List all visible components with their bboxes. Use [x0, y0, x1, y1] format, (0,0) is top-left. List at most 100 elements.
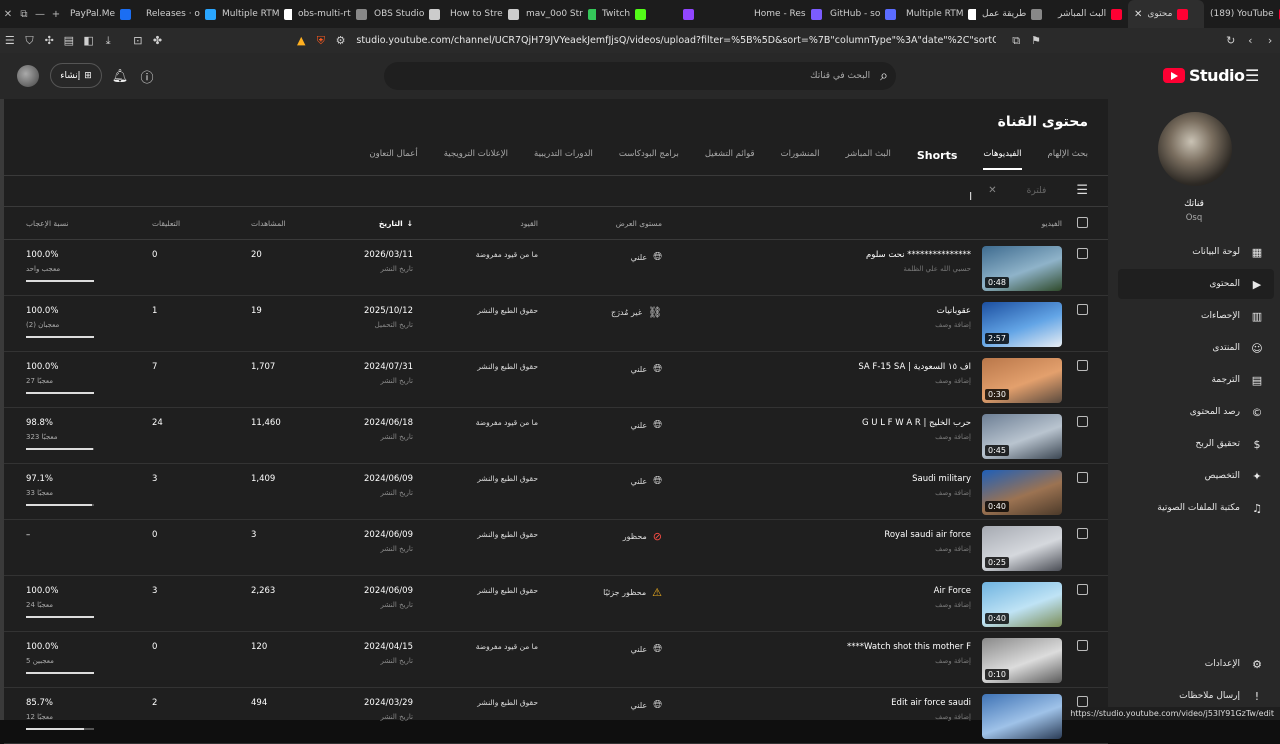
- col-visibility[interactable]: مستوى العرض: [616, 219, 662, 228]
- video-thumbnail[interactable]: 0:48: [982, 246, 1062, 291]
- browser-tab[interactable]: GitHub - so: [824, 0, 900, 28]
- search-icon[interactable]: ⌕: [880, 68, 888, 84]
- video-title[interactable]: Edit air force saudi: [891, 698, 971, 708]
- col-views[interactable]: المشاهدات: [251, 219, 286, 228]
- sidebar-item-analytics[interactable]: الإحصاءات▥: [1118, 301, 1274, 331]
- col-comments[interactable]: التعليقات: [152, 219, 180, 228]
- video-title[interactable]: Air Force: [934, 586, 971, 596]
- restrictions-cell[interactable]: ما من قيود مفروضة: [476, 642, 538, 651]
- forward-icon[interactable]: ›: [1260, 28, 1280, 53]
- restrictions-cell[interactable]: ما من قيود مفروضة: [476, 250, 538, 259]
- browser-tab[interactable]: Twitch: [596, 0, 672, 28]
- row-checkbox[interactable]: [1077, 696, 1088, 707]
- browser-tab[interactable]: Home - Res: [748, 0, 824, 28]
- table-row[interactable]: 0:30SA F-15 SA | اف ١٥ السعوديةإضافة وصف…: [4, 352, 1108, 408]
- menu-icon[interactable]: ☰: [0, 28, 20, 53]
- visibility-cell[interactable]: محظور⊘: [623, 530, 662, 543]
- browser-tab[interactable]: mav_0o0 Str: [520, 0, 596, 28]
- table-row[interactable]: 0:40Air Forceإضافة وصفمحظور جزئيًا⚠حقوق …: [4, 576, 1108, 632]
- row-checkbox[interactable]: [1077, 528, 1088, 539]
- browser-tab[interactable]: ✕محتوى: [1128, 0, 1204, 28]
- video-thumbnail[interactable]: 0:30: [982, 358, 1062, 403]
- new-tab-icon[interactable]: +: [48, 9, 64, 20]
- visibility-cell[interactable]: علني🌐︎: [631, 474, 662, 488]
- tab-9[interactable]: أعمال التعاون: [369, 149, 417, 170]
- browser-tab[interactable]: (189) YouTube: [1204, 0, 1280, 28]
- tab-5[interactable]: قوائم التشغيل: [705, 149, 755, 170]
- tab-3[interactable]: البث المباشر: [845, 149, 890, 170]
- restrictions-cell[interactable]: حقوق الطبع والنشر: [477, 586, 538, 595]
- select-all-checkbox[interactable]: [1077, 217, 1088, 228]
- table-row[interactable]: 0:10****Watch shot this mother Fإضافة وص…: [4, 632, 1108, 688]
- tab-0[interactable]: بحث الإلهام: [1048, 149, 1088, 170]
- site-settings-icon[interactable]: ⚙: [331, 28, 351, 53]
- puzzle-icon[interactable]: ✤: [148, 28, 168, 53]
- browser-tab[interactable]: البث المباشر: [1052, 0, 1128, 28]
- tab-1[interactable]: الفيديوهات: [983, 149, 1021, 170]
- sidebar-item-community[interactable]: المنتدى☺: [1118, 333, 1274, 363]
- video-thumbnail[interactable]: 0:25: [982, 526, 1062, 571]
- video-thumbnail[interactable]: 0:40: [982, 582, 1062, 627]
- table-row[interactable]: 0:40Saudi militaryإضافة وصفعلني🌐︎حقوق ال…: [4, 464, 1108, 520]
- browser-tab[interactable]: PayPal.Me: [64, 0, 140, 28]
- browser-tab[interactable]: obs-multi-rt: [292, 0, 368, 28]
- visibility-cell[interactable]: علني🌐︎: [631, 250, 662, 264]
- sidebar-item-content[interactable]: المحتوى▶: [1118, 269, 1274, 299]
- channel-avatar[interactable]: [1158, 112, 1232, 186]
- row-checkbox[interactable]: [1077, 304, 1088, 315]
- restrictions-cell[interactable]: حقوق الطبع والنشر: [477, 306, 538, 315]
- tab-manager-icon[interactable]: ▤: [59, 28, 79, 53]
- window-minimize-icon[interactable]: —: [32, 9, 48, 20]
- sidebar-icon[interactable]: ◧: [79, 28, 99, 53]
- row-checkbox[interactable]: [1077, 640, 1088, 651]
- sidebar-item-subtitles[interactable]: الترجمة▤: [1118, 365, 1274, 395]
- browser-tab[interactable]: Multiple RTM: [900, 0, 976, 28]
- browser-tab[interactable]: Multiple RTM: [216, 0, 292, 28]
- visibility-cell[interactable]: علني🌐︎: [631, 698, 662, 712]
- screenshot-icon[interactable]: ⊡: [128, 28, 148, 53]
- search-input[interactable]: البحث في قناتك ⌕: [384, 62, 896, 90]
- visibility-cell[interactable]: محظور جزئيًا⚠: [603, 586, 662, 599]
- row-checkbox[interactable]: [1077, 584, 1088, 595]
- video-thumbnail[interactable]: [982, 694, 1062, 739]
- restrictions-cell[interactable]: حقوق الطبع والنشر: [477, 362, 538, 371]
- window-restore-icon[interactable]: ⧉: [16, 9, 32, 20]
- tab-close-icon[interactable]: ✕: [1134, 9, 1142, 20]
- video-title[interactable]: Royal saudi air force: [884, 530, 971, 540]
- browser-tab[interactable]: OBS Studio: [368, 0, 444, 28]
- sidebar-item-customization[interactable]: التخصيص✦: [1118, 461, 1274, 491]
- browser-tab[interactable]: طريقة عمل: [976, 0, 1052, 28]
- tab-4[interactable]: المنشورات: [781, 149, 820, 170]
- extensions-icon[interactable]: ✣: [39, 28, 59, 53]
- table-row[interactable]: 0:45G U L F W A R | حرب الخليجإضافة وصفع…: [4, 408, 1108, 464]
- filter-input[interactable]: فلترة: [1027, 186, 1047, 196]
- visibility-cell[interactable]: غير مُدرَج⛓: [611, 306, 662, 319]
- video-thumbnail[interactable]: 0:40: [982, 470, 1062, 515]
- row-checkbox[interactable]: [1077, 472, 1088, 483]
- brave-shield-icon[interactable]: ⛨: [311, 28, 331, 53]
- tab-8[interactable]: الإعلانات الترويجية: [444, 149, 508, 170]
- restrictions-cell[interactable]: حقوق الطبع والنشر: [477, 698, 538, 707]
- sidebar-item-copyright[interactable]: رصد المحتوى©: [1118, 397, 1274, 427]
- copy-link-icon[interactable]: ⧉: [1006, 28, 1026, 53]
- video-title[interactable]: عقوبانيات: [937, 306, 971, 316]
- warning-icon[interactable]: ▲: [291, 28, 311, 53]
- visibility-cell[interactable]: علني🌐︎: [631, 642, 662, 656]
- download-icon[interactable]: ⤓: [98, 28, 118, 53]
- reload-icon[interactable]: ↻: [1221, 28, 1241, 53]
- col-date[interactable]: التاريخ ↓: [379, 219, 413, 228]
- back-icon[interactable]: ‹: [1241, 28, 1261, 53]
- account-avatar[interactable]: [17, 65, 39, 87]
- browser-tab[interactable]: Releases · o: [140, 0, 216, 28]
- tab-7[interactable]: الدورات التدريبية: [534, 149, 593, 170]
- restrictions-cell[interactable]: ما من قيود مفروضة: [476, 418, 538, 427]
- clear-filter-icon[interactable]: ✕: [988, 185, 996, 196]
- tab-2[interactable]: Shorts: [917, 149, 958, 170]
- sidebar-item-settings[interactable]: الإعدادات ⚙: [1118, 649, 1274, 679]
- row-checkbox[interactable]: [1077, 248, 1088, 259]
- video-title[interactable]: ****Watch shot this mother F: [847, 642, 971, 652]
- video-title[interactable]: نحت سلوم ***************: [866, 250, 971, 260]
- row-checkbox[interactable]: [1077, 416, 1088, 427]
- notifications-icon[interactable]: 🔔︎: [110, 66, 130, 86]
- video-thumbnail[interactable]: 0:45: [982, 414, 1062, 459]
